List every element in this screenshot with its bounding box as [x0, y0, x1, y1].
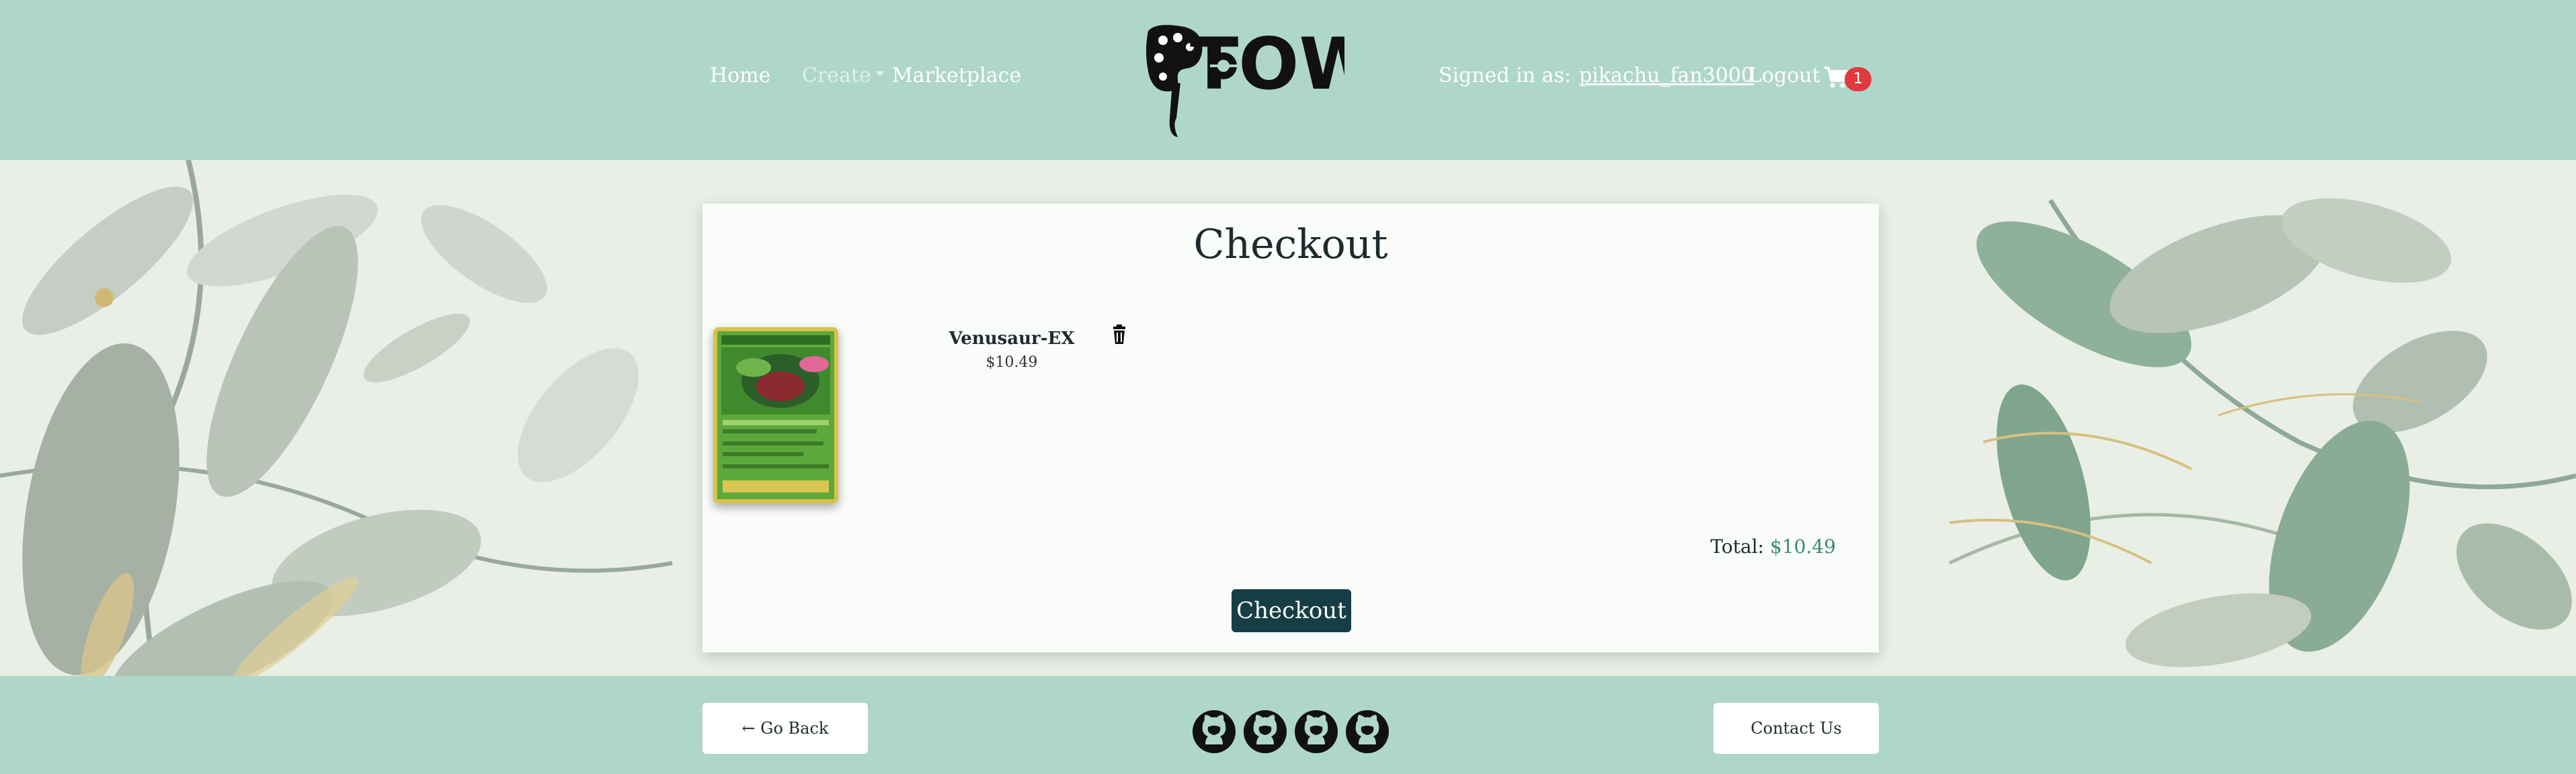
logout-link[interactable]: Logout: [1748, 64, 1820, 87]
nav-create-dropdown[interactable]: Create: [802, 64, 885, 87]
nav-marketplace[interactable]: Marketplace: [892, 64, 1021, 87]
page-title: Checkout: [1193, 221, 1388, 268]
nav-create-label: Create: [802, 64, 871, 87]
trash-icon[interactable]: [1111, 325, 1128, 345]
total-amount: $10.49: [1770, 535, 1836, 558]
checkout-button[interactable]: Checkout: [1232, 589, 1351, 632]
header: Home Create Marketplace TOWN Signed in a…: [0, 0, 2576, 160]
nav-home[interactable]: Home: [710, 64, 770, 87]
checkout-card: Checkout Venusaur-EX $10.49 Total: $10.4…: [702, 204, 1879, 652]
github-icon[interactable]: [1345, 710, 1390, 754]
username-link[interactable]: pikachu_fan3000: [1579, 64, 1754, 87]
item-price: $10.49: [985, 354, 1038, 371]
chevron-down-icon: [875, 71, 885, 77]
footer: ← Go Back Contact Us: [0, 676, 2576, 774]
go-back-button[interactable]: ← Go Back: [702, 703, 868, 754]
contact-us-button[interactable]: Contact Us: [1714, 703, 1879, 754]
item-name: Venusaur-EX: [949, 329, 1075, 349]
cart-count-badge: 1: [1845, 67, 1871, 91]
github-icon[interactable]: [1294, 710, 1338, 754]
github-icon[interactable]: [1243, 710, 1287, 754]
site-logo[interactable]: TOWN: [1143, 17, 1437, 145]
signed-in-label: Signed in as:: [1439, 64, 1572, 87]
order-total: Total: $10.49: [1710, 535, 1836, 558]
paintbrush-palette-logo-icon: TOWN: [1146, 23, 1437, 137]
total-label: Total:: [1710, 535, 1765, 558]
signed-in-text: Signed in as: pikachu_fan3000: [1439, 64, 1754, 87]
github-icon[interactable]: [1192, 710, 1236, 754]
product-image: [713, 327, 838, 503]
